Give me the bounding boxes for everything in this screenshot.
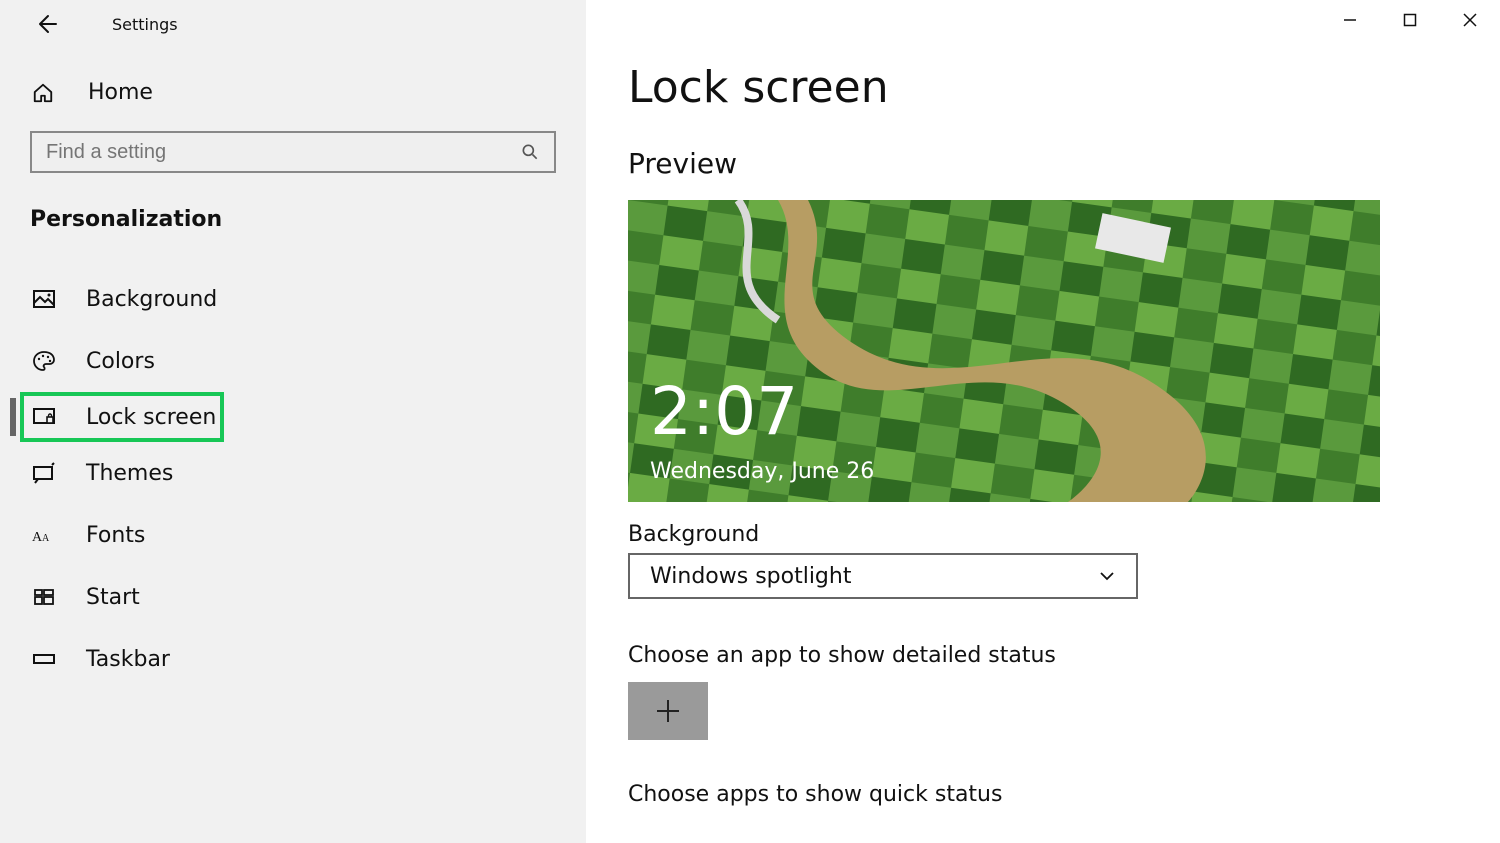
section-heading: Personalization bbox=[30, 207, 586, 232]
close-button[interactable] bbox=[1440, 0, 1500, 40]
home-label: Home bbox=[88, 80, 153, 105]
themes-icon bbox=[32, 461, 56, 485]
preview-time: 2:07 bbox=[650, 373, 798, 450]
chevron-down-icon bbox=[1098, 567, 1116, 585]
content-pane: Lock screen Preview 2:07 Wednesday, June… bbox=[586, 0, 1500, 843]
home-icon bbox=[32, 82, 54, 104]
sidebar: Settings Home Personalization Background… bbox=[0, 0, 586, 843]
search-input[interactable] bbox=[46, 141, 520, 164]
sidebar-item-lockscreen[interactable]: Lock screen bbox=[20, 392, 224, 442]
minimize-button[interactable] bbox=[1320, 0, 1380, 40]
dropdown-value: Windows spotlight bbox=[650, 564, 851, 589]
sidebar-item-label: Taskbar bbox=[86, 647, 170, 672]
back-button[interactable] bbox=[34, 12, 58, 36]
sidebar-item-colors[interactable]: Colors bbox=[0, 330, 586, 392]
start-icon bbox=[32, 585, 56, 609]
sidebar-item-start[interactable]: Start bbox=[0, 566, 586, 628]
maximize-icon bbox=[1403, 13, 1417, 27]
background-dropdown[interactable]: Windows spotlight bbox=[628, 553, 1138, 599]
lockscreen-icon bbox=[32, 405, 56, 429]
maximize-button[interactable] bbox=[1380, 0, 1440, 40]
quick-status-label: Choose apps to show quick status bbox=[628, 782, 1500, 807]
window-title: Settings bbox=[112, 15, 178, 34]
sidebar-item-label: Start bbox=[86, 585, 140, 610]
palette-icon bbox=[32, 349, 56, 373]
minimize-icon bbox=[1343, 13, 1357, 27]
home-nav[interactable]: Home bbox=[32, 80, 586, 105]
preview-heading: Preview bbox=[628, 147, 1500, 180]
window-controls bbox=[1320, 0, 1500, 40]
detailed-status-label: Choose an app to show detailed status bbox=[628, 643, 1500, 668]
svg-text:A: A bbox=[42, 533, 50, 544]
search-icon bbox=[520, 142, 540, 162]
close-icon bbox=[1463, 13, 1477, 27]
picture-icon bbox=[32, 287, 56, 311]
titlebar: Settings bbox=[0, 0, 586, 48]
fonts-icon: AA bbox=[32, 523, 56, 547]
sidebar-item-label: Lock screen bbox=[86, 405, 216, 430]
search-box[interactable] bbox=[30, 131, 556, 173]
sidebar-item-background[interactable]: Background bbox=[0, 268, 586, 330]
page-title: Lock screen bbox=[628, 62, 1500, 113]
sidebar-item-taskbar[interactable]: Taskbar bbox=[0, 628, 586, 690]
plus-icon bbox=[654, 697, 682, 725]
sidebar-nav: Background Colors Lock screen Themes AA … bbox=[0, 268, 586, 690]
sidebar-item-fonts[interactable]: AA Fonts bbox=[0, 504, 586, 566]
taskbar-icon bbox=[32, 647, 56, 671]
add-detailed-status-button[interactable] bbox=[628, 682, 708, 740]
background-label: Background bbox=[628, 522, 1500, 547]
lockscreen-preview: 2:07 Wednesday, June 26 bbox=[628, 200, 1380, 502]
sidebar-item-label: Themes bbox=[86, 461, 173, 486]
back-arrow-icon bbox=[34, 12, 58, 36]
sidebar-item-label: Fonts bbox=[86, 523, 145, 548]
preview-landscape-icon bbox=[628, 200, 1380, 502]
sidebar-item-label: Background bbox=[86, 287, 217, 312]
sidebar-item-themes[interactable]: Themes bbox=[0, 442, 586, 504]
preview-date: Wednesday, June 26 bbox=[650, 459, 874, 484]
sidebar-item-label: Colors bbox=[86, 349, 155, 374]
